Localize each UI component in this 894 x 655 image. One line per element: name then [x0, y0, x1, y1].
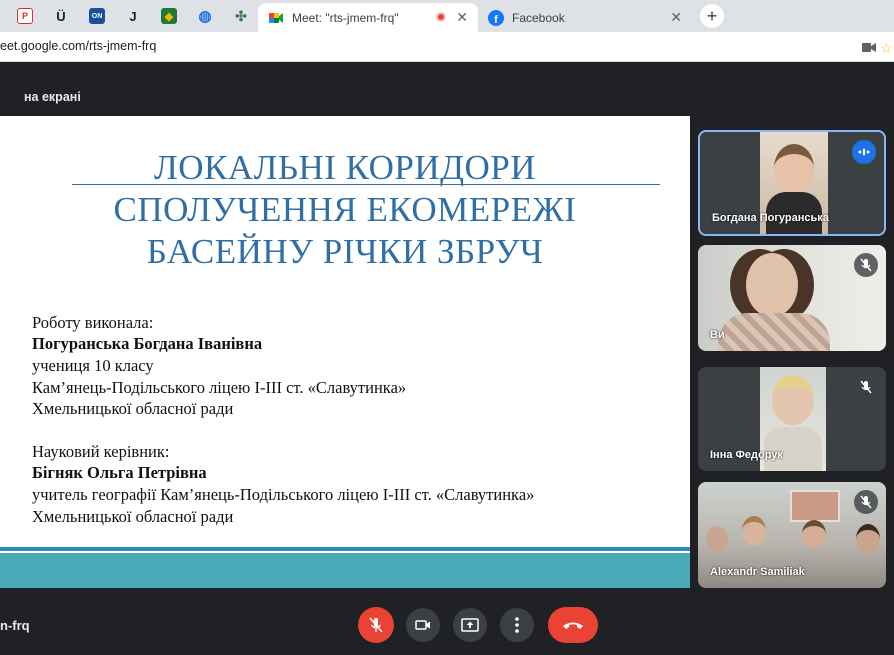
mic-muted-icon	[854, 375, 878, 399]
facebook-icon: f	[488, 9, 504, 26]
advisor-position: учитель географії Кам’янець-Подільського…	[32, 485, 535, 504]
avatar	[742, 516, 766, 546]
slide-footer-band	[0, 553, 690, 588]
presenting-label: на екрані	[24, 90, 81, 104]
more-vert-icon	[515, 617, 519, 633]
advisor-name: Бігняк Ольга Петрівна	[32, 463, 207, 482]
star-icon[interactable]: ☆	[880, 40, 893, 57]
address-bar[interactable]: eet.google.com/rts-jmem-frq ☆	[0, 32, 894, 62]
close-icon[interactable]: ✕	[456, 9, 468, 26]
mic-muted-icon	[854, 490, 878, 514]
participant-name: Alexandr Samiliak	[710, 566, 805, 578]
avatar	[856, 524, 880, 554]
participant-tile[interactable]: Alexandr Samiliak	[698, 482, 886, 588]
close-icon[interactable]: ✕	[670, 9, 682, 26]
leave-call-button[interactable]	[548, 607, 598, 643]
slide-footer-line	[0, 547, 690, 551]
slide-title-rule	[72, 184, 660, 185]
tab-facebook[interactable]: f Facebook ✕	[478, 3, 692, 32]
mic-muted-icon	[854, 253, 878, 277]
wall-picture	[790, 490, 840, 522]
author-label: Роботу виконала:	[32, 313, 154, 332]
mic-off-icon	[369, 617, 383, 633]
pinned-tab-flag[interactable]: ◆	[154, 4, 184, 28]
participant-name: Богдана Погуранська	[712, 212, 829, 224]
author-grade: учениця 10 класу	[32, 356, 154, 375]
pinned-tab-globe[interactable]: ◍	[190, 4, 220, 28]
more-options-button[interactable]	[500, 608, 534, 642]
avatar	[746, 253, 798, 317]
pinned-tab-map[interactable]: ✣	[226, 4, 256, 28]
presentation-slide: ЛОКАЛЬНІ КОРИДОРИ СПОЛУЧЕННЯ ЕКОМЕРЕЖІ Б…	[0, 116, 690, 588]
new-tab-button[interactable]: +	[700, 4, 724, 28]
tab-meet-title: Meet: "rts-jmem-frq"	[292, 10, 399, 25]
tab-facebook-title: Facebook	[512, 10, 565, 25]
participant-name: Інна Федорук	[710, 449, 783, 461]
hang-up-icon	[563, 622, 583, 629]
meet-controls-bar: n-frq	[0, 596, 894, 655]
author-school: Кам’янець-Подільського ліцею І-ІІІ ст. «…	[32, 378, 407, 397]
camera-icon	[415, 620, 430, 630]
pinned-tab-pdf[interactable]: P	[10, 4, 40, 28]
advisor-council: Хмельницької обласної ради	[32, 507, 234, 526]
flag-icon: ◆	[161, 8, 177, 24]
speaking-indicator-icon	[852, 140, 876, 164]
pinned-tab-on[interactable]: ON	[82, 4, 112, 28]
slide-title-line-1: ЛОКАЛЬНІ КОРИДОРИ	[153, 148, 537, 187]
browser-tab-strip: P Ü ON J ◆ ◍ ✣ Meet: "rts-jmem-frq" ✕ f …	[0, 0, 894, 32]
recording-dot-icon	[436, 12, 446, 22]
url-text[interactable]: eet.google.com/rts-jmem-frq	[0, 39, 156, 53]
on-icon: ON	[89, 8, 105, 24]
participant-tile[interactable]: Інна Федорук	[698, 367, 886, 471]
pinned-tab-u[interactable]: Ü	[46, 4, 76, 28]
avatar	[706, 526, 728, 552]
pinned-tab-j[interactable]: J	[118, 4, 148, 28]
u-icon: Ü	[56, 8, 66, 24]
avatar-body	[718, 313, 830, 351]
advisor-label: Науковий керівник:	[32, 442, 170, 461]
avatar	[772, 375, 814, 425]
slide-title-line-2: СПОЛУЧЕННЯ ЕКОМЕРЕЖІ	[113, 190, 577, 229]
meet-icon	[269, 12, 283, 23]
present-screen-button[interactable]	[453, 608, 487, 642]
pdf-icon: P	[17, 8, 33, 24]
present-screen-icon	[461, 618, 479, 632]
participant-tile[interactable]: Ви	[698, 245, 886, 351]
avatar	[774, 144, 814, 192]
globe-icon: ◍	[198, 8, 212, 25]
tab-meet[interactable]: Meet: "rts-jmem-frq" ✕	[258, 3, 478, 32]
author-name: Погуранська Богдана Іванівна	[32, 334, 263, 353]
meet-top-bar: на екрані	[0, 78, 894, 116]
map-icon: ✣	[235, 7, 247, 24]
participant-tile[interactable]: Богдана Погуранська	[698, 130, 886, 236]
camera-permission-icon[interactable]	[862, 42, 876, 53]
plus-icon: +	[706, 5, 718, 26]
camera-toggle-button[interactable]	[406, 608, 440, 642]
meeting-code: n-frq	[0, 618, 30, 633]
slide-title-line-3: БАСЕЙНУ РІЧКИ ЗБРУЧ	[146, 232, 544, 271]
j-icon: J	[129, 8, 137, 24]
author-council: Хмельницької обласної ради	[32, 399, 234, 418]
microphone-toggle-button[interactable]	[358, 607, 394, 643]
participant-name: Ви	[710, 329, 725, 341]
avatar	[802, 520, 826, 548]
